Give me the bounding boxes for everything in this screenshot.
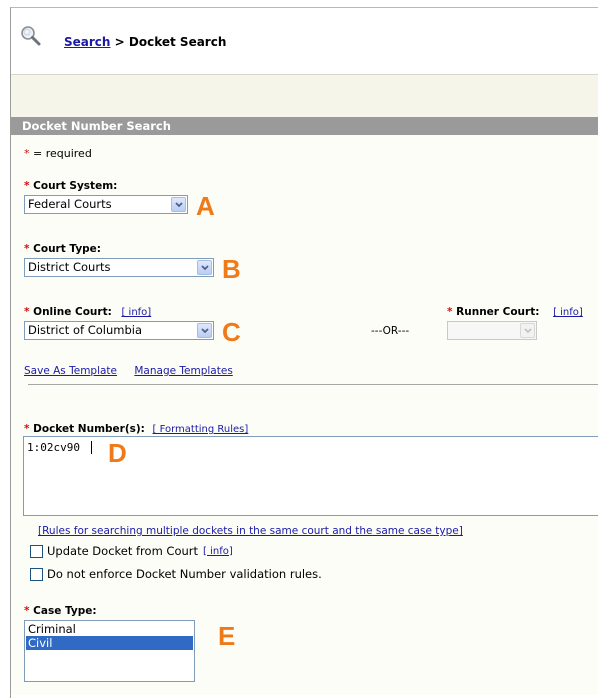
online-court-label: * Online Court: [ info] — [24, 306, 152, 318]
search-icon — [20, 25, 42, 47]
required-star: * — [24, 147, 30, 160]
or-separator: ---OR--- — [371, 325, 410, 337]
formatting-rules-link[interactable]: [ Formatting Rules] — [153, 424, 249, 435]
online-court-select[interactable]: District of Columbia — [24, 321, 214, 340]
manage-templates-link[interactable]: Manage Templates — [134, 365, 232, 377]
required-note: * = required — [24, 147, 92, 160]
marker-b: B — [222, 254, 241, 284]
marker-c: C — [222, 317, 241, 347]
update-docket-checkbox[interactable] — [30, 544, 43, 558]
breadcrumb: Search > Docket Search — [64, 35, 226, 49]
court-system-label: * Court System: — [24, 180, 118, 192]
court-type-label: * Court Type: — [24, 243, 102, 255]
court-system-value: Federal Courts — [28, 197, 112, 211]
text-cursor — [91, 441, 92, 454]
no-validation-label: Do not enforce Docket Number validation … — [47, 567, 322, 581]
header-band — [11, 74, 598, 117]
required-star: * — [24, 605, 30, 617]
required-star: * — [24, 423, 30, 435]
required-star: * — [447, 306, 453, 318]
court-system-select[interactable]: Federal Courts — [24, 195, 188, 214]
multiple-dockets-rules-link[interactable]: [Rules for searching multiple dockets in… — [38, 525, 463, 537]
docket-number-value: 1:02cv90 — [27, 441, 80, 454]
update-docket-row: Update Docket from Court [ info] — [30, 544, 233, 558]
breadcrumb-current: Docket Search — [128, 35, 227, 49]
required-star: * — [24, 306, 30, 318]
court-type-value: District Courts — [28, 260, 111, 274]
divider — [28, 384, 598, 385]
court-type-select[interactable]: District Courts — [24, 258, 214, 277]
template-links: Save As Template Manage Templates — [24, 365, 233, 377]
runner-court-select[interactable] — [447, 321, 537, 340]
save-as-template-link[interactable]: Save As Template — [24, 365, 117, 377]
case-type-option-criminal[interactable]: Criminal — [26, 622, 193, 636]
case-type-option-civil[interactable]: Civil — [26, 636, 193, 650]
online-court-info-link[interactable]: [ info] — [121, 307, 151, 318]
multiple-dockets-rules: [Rules for searching multiple dockets in… — [38, 525, 463, 537]
chevron-down-icon[interactable] — [197, 323, 212, 338]
runner-court-label: * Runner Court: [ info] — [447, 306, 583, 318]
marker-d: D — [108, 438, 127, 468]
required-star: * — [24, 243, 30, 255]
runner-court-info-link[interactable]: [ info] — [553, 307, 583, 318]
docket-number-label: * Docket Number(s): [ Formatting Rules] — [24, 423, 249, 435]
case-type-listbox[interactable]: Criminal Civil — [24, 620, 195, 682]
marker-e: E — [218, 621, 236, 651]
section-title: Docket Number Search — [11, 117, 598, 135]
no-validation-checkbox[interactable] — [30, 567, 43, 581]
update-docket-label: Update Docket from Court — [47, 544, 199, 558]
form-area — [11, 135, 598, 695]
marker-a: A — [196, 191, 215, 221]
chevron-down-icon[interactable] — [197, 260, 212, 275]
case-type-label: * Case Type: — [24, 605, 97, 617]
no-validation-row: Do not enforce Docket Number validation … — [30, 567, 322, 581]
required-text: = required — [33, 147, 92, 160]
online-court-value: District of Columbia — [28, 323, 142, 337]
breadcrumb-search-link[interactable]: Search — [64, 35, 110, 49]
required-star: * — [24, 180, 30, 192]
chevron-down-icon[interactable] — [171, 197, 186, 212]
chevron-down-icon — [520, 323, 535, 338]
update-docket-info-link[interactable]: [ info] — [203, 546, 233, 557]
breadcrumb-separator: > — [114, 35, 125, 49]
